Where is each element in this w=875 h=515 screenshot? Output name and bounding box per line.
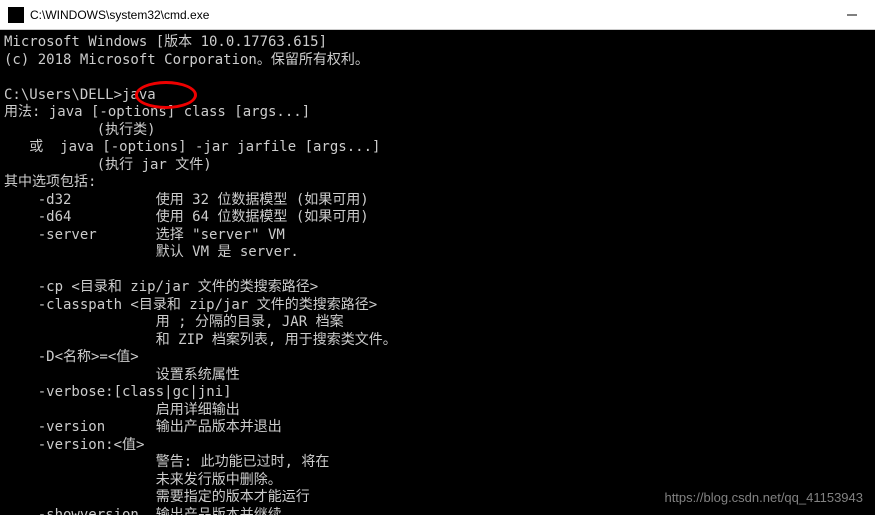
terminal-line: -version:<值> [4,437,144,453]
terminal-line: (c) 2018 Microsoft Corporation。保留所有权利。 [4,52,369,68]
terminal-line: 警告: 此功能已过时, 将在 [4,454,329,470]
terminal-line: (执行 jar 文件) [4,157,212,173]
terminal-line: -d32 使用 32 位数据模型 (如果可用) [4,192,369,208]
terminal-line: 设置系统属性 [4,367,240,383]
terminal-line: 和 ZIP 档案列表, 用于搜索类文件。 [4,332,397,348]
minimize-button[interactable] [829,0,875,29]
terminal-output[interactable]: Microsoft Windows [版本 10.0.17763.615] (c… [0,30,875,515]
terminal-line: (执行类) [4,122,156,138]
terminal-line: -cp <目录和 zip/jar 文件的类搜索路径> [4,279,318,295]
terminal-line: Microsoft Windows [版本 10.0.17763.615] [4,34,327,50]
watermark-text: https://blog.csdn.net/qq_41153943 [664,490,863,505]
terminal-line: 需要指定的版本才能运行 [4,489,310,505]
window-titlebar: C:\WINDOWS\system32\cmd.exe [0,0,875,30]
terminal-line: 默认 VM 是 server. [4,244,299,260]
cmd-icon [8,7,24,23]
terminal-line: 未来发行版中删除。 [4,472,282,488]
terminal-line: -d64 使用 64 位数据模型 (如果可用) [4,209,369,225]
terminal-line: -version 输出产品版本并退出 [4,419,282,435]
window-title: C:\WINDOWS\system32\cmd.exe [30,8,829,22]
window-controls [829,0,875,29]
terminal-line: -showversion 输出产品版本并继续 [4,507,282,515]
terminal-line: -verbose:[class|gc|jni] [4,384,232,400]
terminal-line: 其中选项包括: [4,174,96,190]
terminal-line: 用法: java [-options] class [args...] [4,104,310,120]
terminal-line: -classpath <目录和 zip/jar 文件的类搜索路径> [4,297,377,313]
terminal-line: C:\Users\DELL>java [4,87,156,103]
terminal-line: -server 选择 "server" VM [4,227,285,243]
terminal-line: 用 ; 分隔的目录, JAR 档案 [4,314,344,330]
terminal-line: 启用详细输出 [4,402,240,418]
terminal-line: -D<名称>=<值> [4,349,139,365]
terminal-line: 或 java [-options] -jar jarfile [args...] [4,139,380,155]
